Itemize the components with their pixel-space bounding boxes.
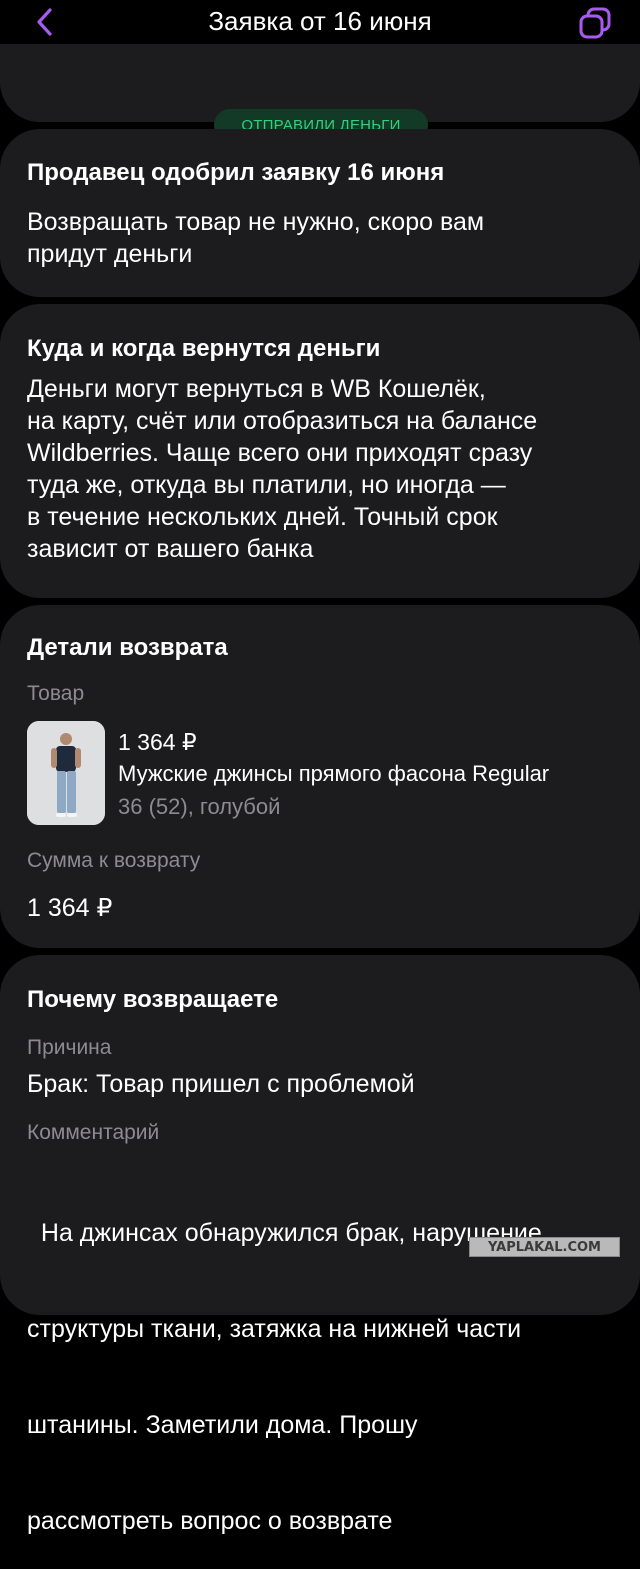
approval-text: Возвращать товар не нужно, скоро вам при… (27, 206, 484, 270)
refund-info-line: Деньги могут вернуться в WB Кошелёк, (27, 375, 486, 403)
top-bar: Заявка от 16 июня (0, 0, 640, 44)
refund-amount: 1 364 ₽ (27, 894, 113, 922)
refund-info-line: туда же, откуда вы платили, но иногда — (27, 471, 506, 499)
refund-info-line: зависит от вашего банка (27, 535, 314, 563)
refund-info-line: в течение нескольких дней. Точный срок (27, 503, 498, 531)
comment-text: На джинсах обнаружился брак, нарушение с… (27, 1153, 542, 1569)
approval-title: Продавец одобрил заявку 16 июня (27, 159, 445, 186)
product-price: 1 364 ₽ (118, 729, 197, 755)
product-name[interactable]: Мужские джинсы прямого фасона Regular (118, 761, 549, 787)
approval-line: придут деньги (27, 240, 193, 268)
watermark: YAPLAKAL.COM (469, 1237, 620, 1257)
return-reason-title: Почему возвращаете (27, 986, 279, 1013)
reason-value: Брак: Товар пришел с проблемой (27, 1070, 415, 1098)
comment-line: рассмотреть вопрос о возврате (27, 1507, 393, 1535)
page-title: Заявка от 16 июня (208, 6, 432, 36)
refund-info-title: Куда и когда вернутся деньги (27, 335, 381, 362)
copy-icon[interactable] (576, 4, 616, 44)
refund-info-line: Wildberries. Чаще всего они приходят сра… (27, 439, 533, 467)
jeans-model-image (27, 721, 105, 825)
comment-line: штанины. Заметили дома. Прошу (27, 1411, 418, 1439)
refund-info-text: Деньги могут вернуться в WB Кошелёк, на … (27, 373, 537, 565)
refund-info-line: на карту, счёт или отобразиться на балан… (27, 407, 538, 435)
return-details-title: Детали возврата (27, 634, 228, 661)
comment-line: На джинсах обнаружился брак, нарушение (27, 1219, 542, 1247)
approval-line: Возвращать товар не нужно, скоро вам (27, 208, 485, 236)
product-thumbnail[interactable] (27, 721, 105, 825)
product-variant: 36 (52), голубой (118, 794, 281, 819)
reason-label: Причина (27, 1036, 112, 1059)
refund-amount-label: Сумма к возврату (27, 849, 201, 872)
comment-label: Комментарий (27, 1121, 160, 1144)
comment-line: структуры ткани, затяжка на нижней части (27, 1315, 522, 1343)
product-label: Товар (27, 682, 85, 705)
